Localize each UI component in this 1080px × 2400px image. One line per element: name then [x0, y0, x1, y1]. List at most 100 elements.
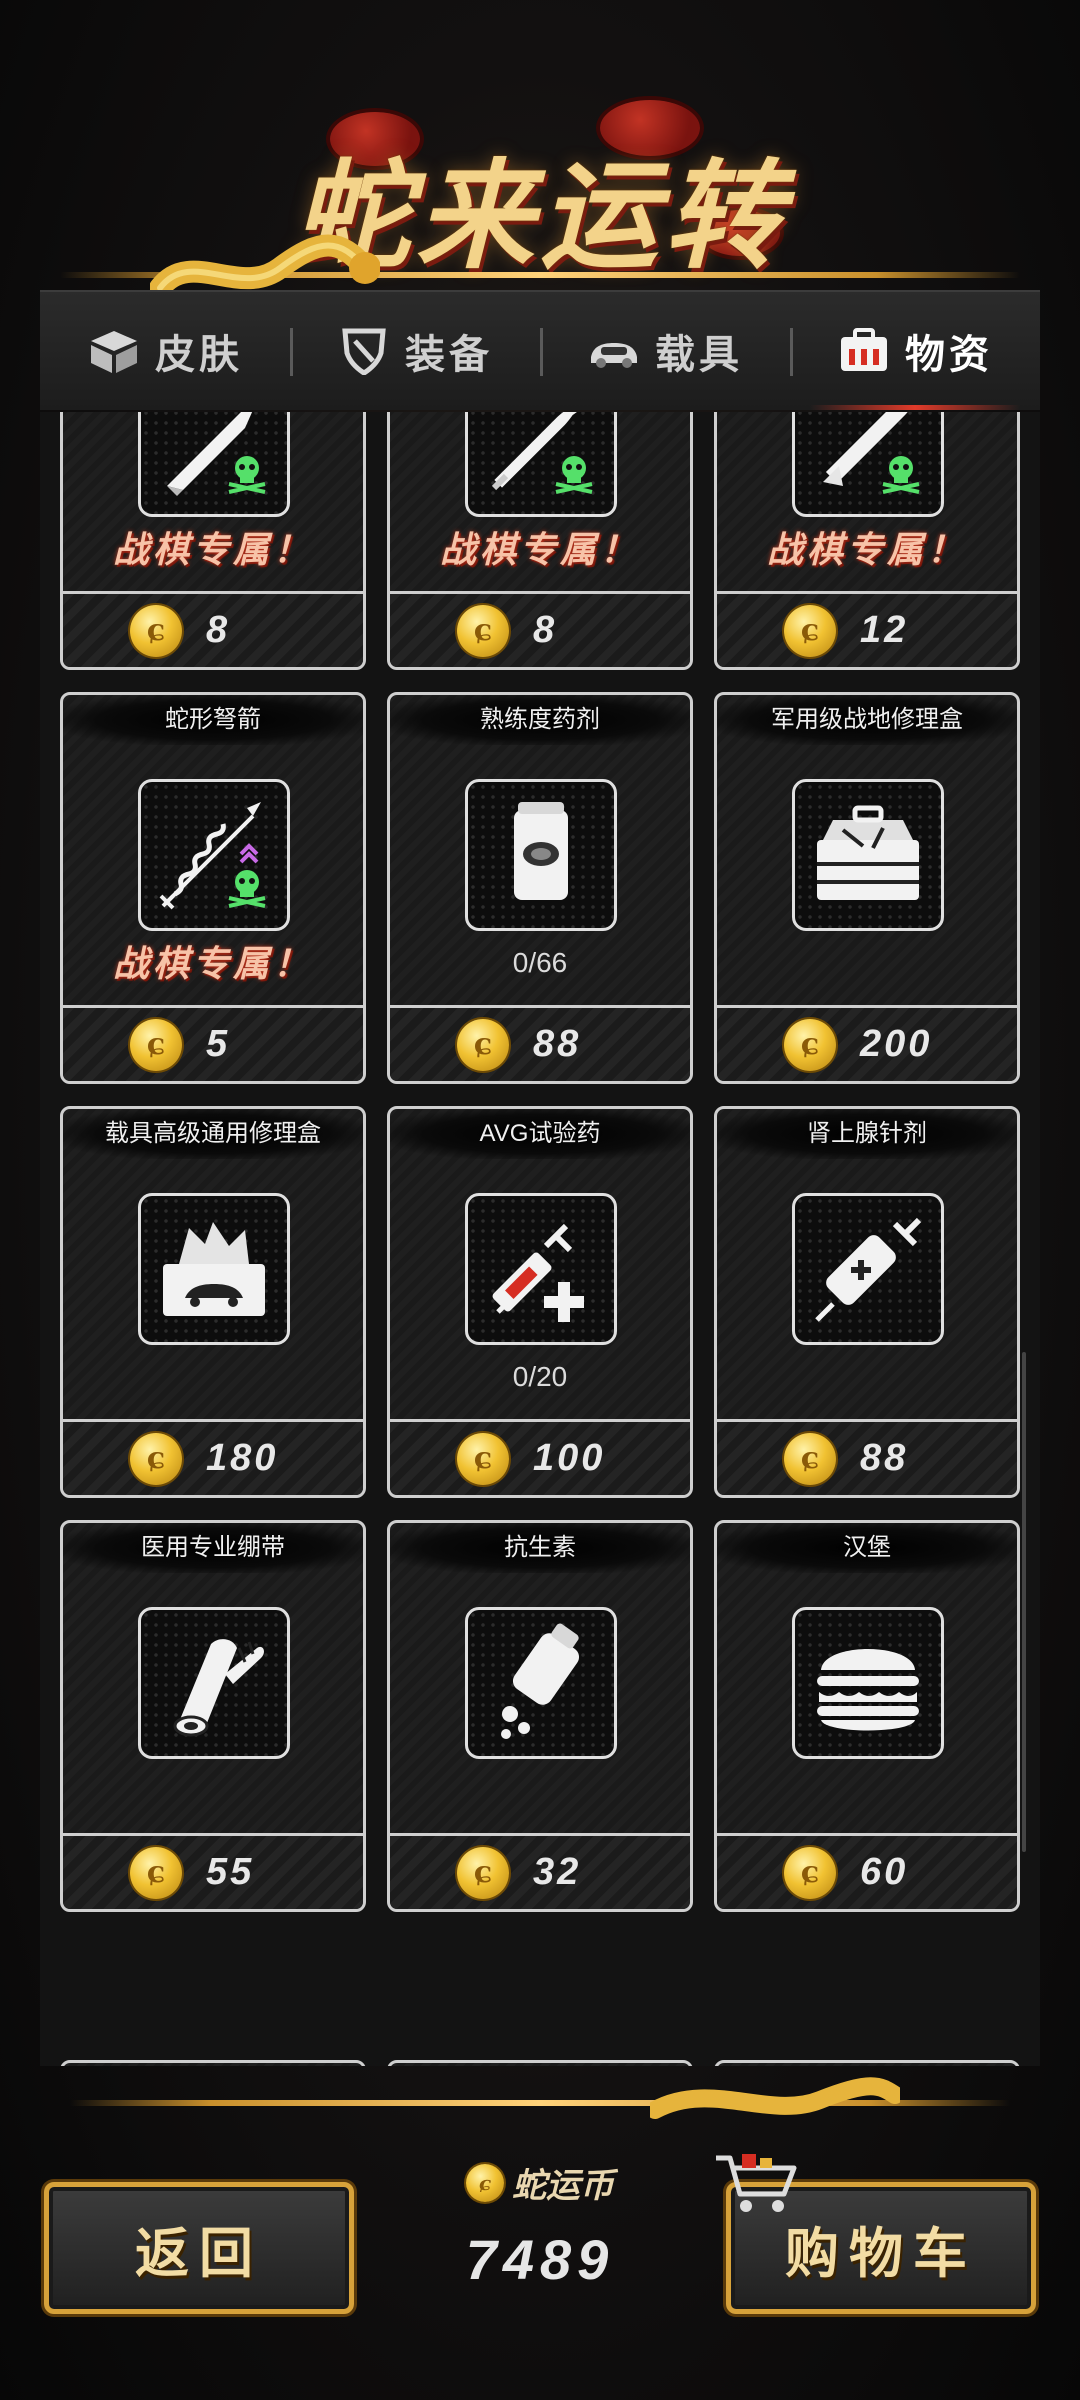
item-icon-frame	[465, 412, 617, 517]
tab-equipment[interactable]: 装备	[290, 292, 540, 410]
item-icon-frame	[138, 779, 290, 931]
poison-shell-icon	[491, 412, 593, 494]
back-button[interactable]: 返回	[44, 2182, 354, 2314]
exclusive-tag: 战棋专属！	[439, 529, 640, 570]
price-row[interactable]: ɕ 100	[390, 1419, 690, 1495]
car-icon	[591, 343, 637, 368]
item-card[interactable]: 毒液型榴弹炮战棋专属！ɕ8	[387, 412, 693, 670]
item-card[interactable]: 军用级战地修理盒 ɕ 200	[714, 692, 1020, 1084]
title-banner: 蛇来运转	[0, 0, 1080, 300]
pill-bottle-icon	[501, 1623, 580, 1739]
item-icon-frame	[138, 1607, 290, 1759]
purchase-limit-counter: 0/20	[512, 1361, 568, 1392]
tab-skins[interactable]: 皮肤	[40, 292, 290, 410]
item-grid: 12.7口径重型狙击毒液弹战棋专属！ɕ8毒液型榴弹炮战棋专属！ɕ8毒液型反坦克火…	[40, 412, 1040, 2066]
item-card[interactable]: 12.7口径重型狙击毒液弹战棋专属！ɕ8	[60, 412, 366, 670]
snake-coin-icon: ɕ	[466, 2163, 504, 2202]
item-card[interactable]: 肾上腺针剂 ɕ 88	[714, 1106, 1020, 1498]
snake-coin-icon: ɕ	[457, 1018, 509, 1071]
vehicle-repair-box-icon	[163, 1222, 265, 1316]
price-row[interactable]: ɕ 55	[63, 1833, 363, 1909]
item-price: 12	[860, 609, 909, 651]
item-icon-frame	[792, 1607, 944, 1759]
item-price: 55	[206, 1851, 255, 1893]
box-icon	[91, 331, 137, 373]
price-row[interactable]: ɕ 200	[717, 1005, 1017, 1081]
item-card-partial[interactable]	[714, 2060, 1020, 2066]
item-name: 肾上腺针剂	[717, 1109, 1017, 1159]
price-row[interactable]: ɕ 60	[717, 1833, 1017, 1909]
currency-label-row: ɕ 蛇运币	[380, 2158, 700, 2207]
item-card-partial[interactable]	[387, 2060, 693, 2066]
snake-coin-icon: ɕ	[784, 1018, 836, 1071]
snake-coin-icon: ɕ	[784, 604, 836, 657]
item-card[interactable]: 医用专业绷带 ɕ 55	[60, 1520, 366, 1912]
price-row[interactable]: ɕ 88	[717, 1419, 1017, 1495]
snake-coin-icon: ɕ	[457, 1432, 509, 1485]
item-card[interactable]: 蛇形弩箭战棋专属！ ɕ 5	[60, 692, 366, 1084]
item-price: 200	[860, 1023, 933, 1065]
currency-balance: 7489	[465, 2228, 615, 2291]
item-card[interactable]: 载具高级通用修理盒 ɕ 180	[60, 1106, 366, 1498]
tab-label: 装备	[405, 333, 493, 377]
tab-label: 物资	[905, 333, 993, 377]
snake-coin-icon: ɕ	[130, 604, 182, 657]
item-icon-frame	[792, 779, 944, 931]
item-card[interactable]: 熟练度药剂 0/66 ɕ 88	[387, 692, 693, 1084]
syringe-plus-icon	[492, 1223, 584, 1322]
tab-vehicles[interactable]: 载具	[540, 292, 790, 410]
item-price: 5	[206, 1023, 231, 1065]
poison-bullet-icon	[167, 412, 266, 496]
item-name: 载具高级通用修理盒	[63, 1109, 363, 1159]
purchase-limit-counter: 0/66	[512, 947, 568, 978]
item-price: 100	[533, 1437, 606, 1479]
back-button-label: 返回	[135, 2223, 263, 2284]
item-name: 熟练度药剂	[390, 695, 690, 745]
item-price: 8	[206, 609, 231, 651]
price-row[interactable]: ɕ8	[390, 591, 690, 667]
price-row[interactable]: ɕ 12	[717, 591, 1017, 667]
item-card-partial[interactable]	[60, 2060, 366, 2066]
item-icon-frame	[792, 1193, 944, 1345]
price-row[interactable]: ɕ 88	[390, 1005, 690, 1081]
item-price: 88	[533, 1023, 582, 1065]
price-row[interactable]: ɕ8	[63, 591, 363, 667]
toolbox-icon	[817, 805, 919, 900]
snake-arrow-icon	[159, 802, 266, 910]
golden-snake-icon	[650, 2077, 900, 2119]
tab-supplies[interactable]: 物资	[790, 292, 1040, 410]
snake-coin-icon: ɕ	[784, 1846, 836, 1899]
price-row[interactable]: ɕ 32	[390, 1833, 690, 1909]
item-card[interactable]: AVG试验药 0/20 ɕ 100	[387, 1106, 693, 1498]
snake-coin-icon: ɕ	[130, 1432, 182, 1485]
snake-coin-icon: ɕ	[784, 1432, 836, 1485]
item-price: 60	[860, 1851, 909, 1893]
item-card[interactable]: 毒液型反坦克火箭弹战棋专属！ɕ12	[714, 412, 1020, 670]
price-row[interactable]: ɕ 180	[63, 1419, 363, 1495]
item-price: 180	[206, 1437, 279, 1479]
exclusive-tag: 战棋专属！	[112, 943, 313, 984]
item-price: 8	[533, 609, 558, 651]
snake-coin-icon: ɕ	[457, 604, 509, 657]
exclusive-tag: 战棋专属！	[112, 529, 313, 570]
item-name: 军用级战地修理盒	[717, 695, 1017, 745]
item-name: 汉堡	[717, 1523, 1017, 1573]
item-icon-frame	[465, 1607, 617, 1759]
item-name: 蛇形弩箭	[63, 695, 363, 745]
item-icon-frame	[465, 1193, 617, 1345]
currency-display: ɕ 蛇运币 7489	[380, 2150, 700, 2330]
item-card[interactable]: 抗生素 ɕ 32	[387, 1520, 693, 1912]
tab-label: 载具	[655, 333, 743, 377]
item-card[interactable]: 汉堡 ɕ 60	[714, 1520, 1020, 1912]
price-row[interactable]: ɕ5	[63, 1005, 363, 1081]
currency-label: 蛇运币	[512, 2167, 614, 2205]
item-name: AVG试验药	[390, 1109, 690, 1159]
scrollbar[interactable]	[1022, 1352, 1026, 1852]
item-name: 抗生素	[390, 1523, 690, 1573]
snake-coin-icon: ɕ	[130, 1018, 182, 1071]
item-name: 医用专业绷带	[63, 1523, 363, 1573]
snake-coin-icon: ɕ	[457, 1846, 509, 1899]
supply-crate-icon	[841, 328, 887, 371]
burger-icon	[817, 1649, 919, 1731]
shopping-cart-icon	[716, 2154, 797, 2212]
